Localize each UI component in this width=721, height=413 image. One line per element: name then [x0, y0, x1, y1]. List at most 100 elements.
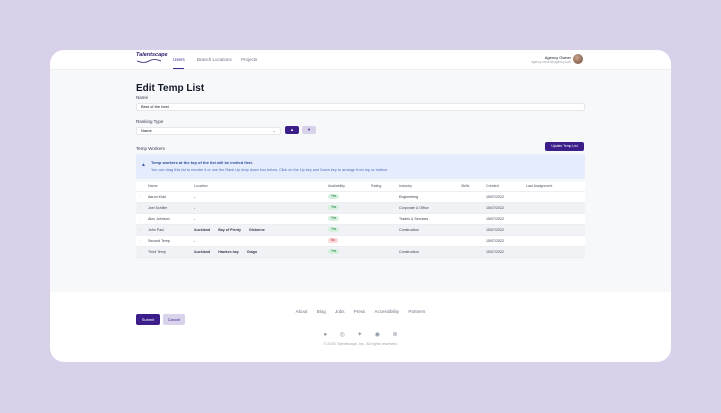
drag-handle-icon[interactable]: ⋮: [136, 202, 146, 214]
worker-location: -: [192, 213, 326, 225]
footer-links: About Blog Jobs Press Accessibility Part…: [50, 309, 671, 314]
table-row[interactable]: ⋮ John Paul Auckland Bay of Plenty Gisborn…: [136, 224, 585, 236]
temp-workers-table: Name Location Availability Rating Indust…: [136, 182, 585, 258]
nav-link-users[interactable]: Users: [173, 57, 185, 62]
social-icons: ● ◎ ✦ ◉ ⊛: [50, 323, 671, 341]
skills-cell: [459, 191, 484, 203]
footer-link-partners[interactable]: Partners: [408, 309, 425, 314]
nav-link-projects[interactable]: Projects: [241, 57, 257, 62]
warning-icon: ▲: [141, 162, 146, 168]
worker-location: -: [192, 202, 326, 214]
created-cell: 15/07/2022: [484, 213, 524, 225]
nav-link-branch-locations[interactable]: Branch Locations: [197, 57, 232, 62]
rank-up-button[interactable]: ▲: [285, 126, 299, 134]
footer-link-about[interactable]: About: [296, 309, 308, 314]
name-input[interactable]: Best of the best: [136, 103, 585, 111]
last-assignment-cell: [524, 202, 585, 214]
table-row[interactable]: ⋮ Third Temp Auckland Hawkes bay Otago Yes…: [136, 246, 585, 258]
availability-cell: No: [326, 235, 369, 247]
industry-cell: Engineering: [397, 191, 459, 203]
main-content: Edit Temp List Name Best of the best Ran…: [50, 70, 671, 325]
footer-link-accessibility[interactable]: Accessibility: [375, 309, 400, 314]
worker-location: Auckland Bay of Plenty Gisborne: [192, 224, 326, 236]
table-row[interactable]: ⋮ Joel Schiller - Yes Corporate & Office…: [136, 202, 585, 214]
skills-cell: [459, 224, 484, 236]
ranking-type-value: Name: [141, 128, 152, 133]
table-row[interactable]: ⋮ Alex Johnson - Yes Trades & Services 1…: [136, 213, 585, 225]
worker-name: John Paul: [146, 224, 192, 236]
skills-cell: [459, 246, 484, 258]
created-cell: 15/07/2022: [484, 235, 524, 247]
location-3: Gisborne: [248, 227, 265, 232]
worker-name: Third Temp: [146, 246, 192, 258]
table-row[interactable]: ⋮ Aaron Kidd - Yes Engineering 15/07/202…: [136, 191, 585, 203]
drag-handle-icon[interactable]: ⋮: [136, 213, 146, 225]
availability-badge: Yes: [328, 216, 340, 221]
github-icon[interactable]: ◉: [375, 331, 380, 338]
drag-handle-icon[interactable]: ⋮: [136, 235, 146, 247]
facebook-icon[interactable]: ●: [324, 332, 328, 338]
location-1: -: [194, 216, 196, 221]
avatar[interactable]: [573, 54, 583, 64]
app-window: Talentscape Users Branch Locations Proje…: [50, 50, 671, 362]
table-row[interactable]: ⋮ Second Temp - No 15/07/2022: [136, 235, 585, 247]
created-cell: 15/07/2022: [484, 191, 524, 203]
availability-cell: Yes: [326, 224, 369, 236]
industry-cell: Trades & Services: [397, 213, 459, 225]
dribbble-icon[interactable]: ⊛: [392, 331, 397, 338]
update-temp-list-button[interactable]: Update Temp List: [545, 142, 584, 151]
drag-handle-icon[interactable]: ⋮: [136, 191, 146, 203]
footer-link-jobs[interactable]: Jobs: [335, 309, 345, 314]
drag-handle-icon[interactable]: ⋮: [136, 246, 146, 258]
availability-badge: No: [328, 238, 339, 243]
skills-cell: [459, 213, 484, 225]
column-header-skills: Skills: [459, 182, 484, 192]
page-title: Edit Temp List: [136, 83, 205, 94]
column-header-industry: Industry: [397, 182, 459, 192]
ranking-type-select[interactable]: Name ⌄: [136, 127, 281, 135]
worker-name: Aaron Kidd: [146, 191, 192, 203]
rank-down-button[interactable]: ▼: [302, 126, 316, 134]
chevron-down-icon: ⌄: [272, 128, 276, 133]
worker-name: Joel Schiller: [146, 202, 192, 214]
rating-cell: [369, 202, 397, 214]
skills-cell: [459, 202, 484, 214]
rating-cell: [369, 191, 397, 203]
location-1: Auckland: [194, 227, 211, 232]
instagram-icon[interactable]: ◎: [340, 331, 345, 338]
created-cell: 15/07/2022: [484, 224, 524, 236]
footer-link-blog[interactable]: Blog: [317, 309, 326, 314]
location-1: -: [194, 205, 196, 210]
info-body: You can drag this list to reorder it or …: [151, 168, 389, 172]
availability-cell: Yes: [326, 213, 369, 225]
info-title: Temp workers at the top of the list will…: [151, 160, 253, 165]
worker-name: Second Temp: [146, 235, 192, 247]
location-2: Hawkes bay: [218, 249, 239, 254]
rating-cell: [369, 235, 397, 247]
created-cell: 15/07/2022: [484, 202, 524, 214]
active-nav-indicator: [173, 68, 184, 69]
availability-badge: Yes: [328, 194, 340, 199]
ranking-type-label: Ranking Type: [136, 119, 164, 124]
availability-badge: Yes: [328, 227, 340, 232]
availability-badge: Yes: [328, 249, 340, 254]
rating-cell: [369, 246, 397, 258]
rating-cell: [369, 213, 397, 225]
footer-link-press[interactable]: Press: [354, 309, 366, 314]
industry-cell: Construction: [397, 224, 459, 236]
last-assignment-cell: [524, 191, 585, 203]
column-header-name: Name: [146, 182, 192, 192]
info-alert: ▲ Temp workers at the top of the list wi…: [136, 154, 585, 179]
drag-handle-icon[interactable]: ⋮: [136, 224, 146, 236]
logo-swoosh-icon: [136, 59, 162, 63]
rating-cell: [369, 224, 397, 236]
twitter-icon[interactable]: ✦: [357, 331, 362, 338]
location-2: Bay of Plenty: [218, 227, 241, 232]
worker-location: Auckland Hawkes bay Otago: [192, 246, 326, 258]
availability-badge: Yes: [328, 205, 340, 210]
logo[interactable]: Talentscape: [136, 52, 168, 58]
column-header-created: Created: [484, 182, 524, 192]
temp-workers-label: Temp Workers: [136, 146, 165, 151]
location-1: -: [194, 238, 196, 243]
location-1: Auckland: [194, 249, 211, 254]
